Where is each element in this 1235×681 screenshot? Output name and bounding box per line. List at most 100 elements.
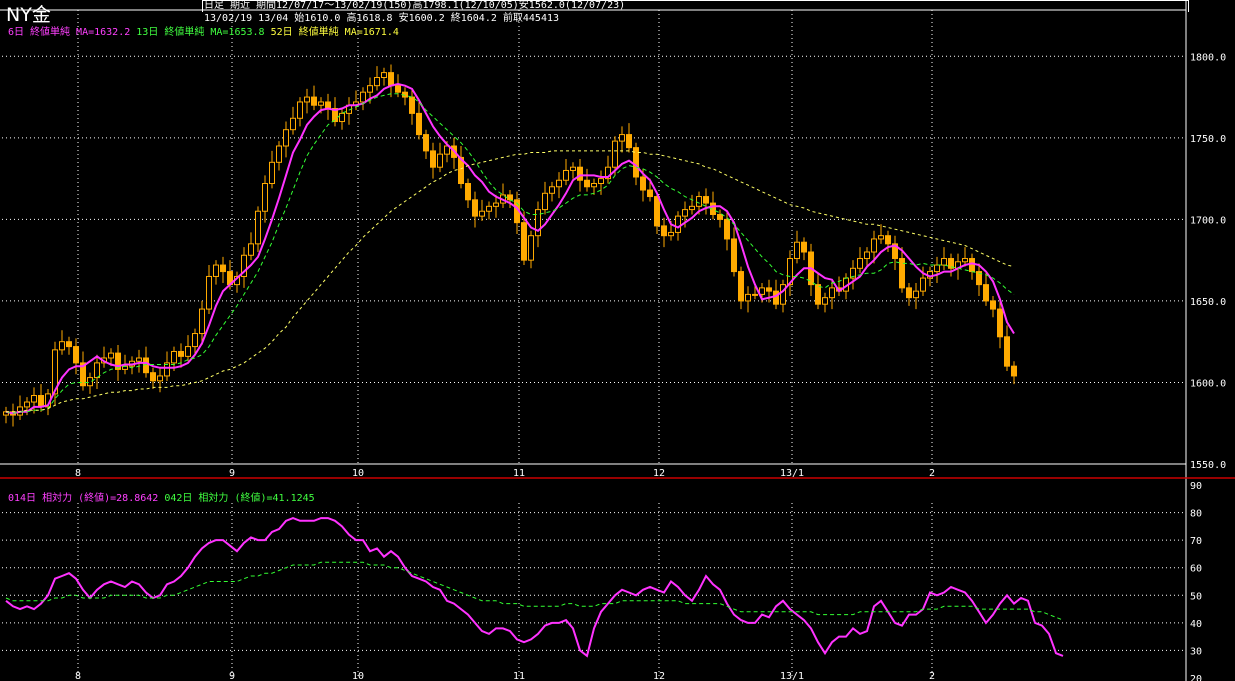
info-line-1: 日足 期近 期間12/07/17～13/02/19(150)高1798.1(12… bbox=[204, 0, 626, 11]
rsi-tick-label: 90 bbox=[1190, 481, 1202, 492]
candle-body bbox=[59, 341, 65, 351]
candle-body bbox=[220, 264, 226, 273]
price-tick-label: 1700.0 bbox=[1190, 215, 1226, 226]
rsi42-legend: 042日 相対力 (終値)=41.1245 bbox=[164, 493, 315, 504]
candle-body bbox=[724, 218, 730, 240]
panel-frames bbox=[0, 0, 1235, 681]
candle-body bbox=[682, 209, 688, 217]
candle-body bbox=[598, 178, 604, 185]
ma-legend: 6日 終値単純 MA=1632.2 13日 終値単純 MA=1653.8 52日… bbox=[8, 27, 399, 39]
candle-body bbox=[738, 271, 744, 302]
ma52-legend: 52日 終値単純 MA=1671.4 bbox=[270, 27, 399, 38]
candle-body bbox=[1011, 365, 1017, 377]
candle-body bbox=[171, 350, 177, 364]
candle-body bbox=[878, 235, 884, 240]
rsi-time-label: 12 bbox=[653, 671, 665, 681]
candle-body bbox=[416, 112, 422, 136]
candle-body bbox=[192, 333, 198, 348]
candle-body bbox=[479, 210, 485, 217]
candle-body bbox=[885, 235, 891, 245]
candle-body bbox=[920, 277, 926, 292]
rsi-time-label: 2 bbox=[929, 671, 935, 681]
rsi-tick-label: 60 bbox=[1190, 564, 1202, 575]
candle-body bbox=[360, 91, 366, 103]
candle-body bbox=[584, 179, 590, 188]
rsi-time-label: 11 bbox=[513, 671, 525, 681]
candle-body bbox=[969, 258, 975, 273]
candle-body bbox=[717, 213, 723, 220]
candle-body bbox=[199, 308, 205, 335]
candle-body bbox=[24, 401, 30, 408]
candle-body bbox=[66, 341, 72, 348]
candle-body bbox=[626, 134, 632, 149]
candle-body bbox=[563, 169, 569, 181]
rsi-time-label: 10 bbox=[352, 671, 364, 681]
candle-body bbox=[857, 258, 863, 269]
candle-body bbox=[108, 352, 114, 359]
rsi-tick-label: 40 bbox=[1190, 619, 1202, 630]
candle-body bbox=[822, 297, 828, 305]
info-line-2: 13/02/19 13/04 始1610.0 高1618.8 安1600.2 終… bbox=[204, 13, 560, 24]
candle-body bbox=[871, 238, 877, 253]
candle-body bbox=[206, 275, 212, 310]
candle-body bbox=[801, 241, 807, 253]
candle-body bbox=[661, 225, 667, 237]
moving-averages-group bbox=[5, 82, 1015, 415]
candle-body bbox=[1004, 336, 1010, 367]
candle-body bbox=[829, 287, 835, 299]
rsi-time-label: 13/1 bbox=[780, 671, 804, 681]
candle-body bbox=[178, 350, 184, 357]
candle-body bbox=[556, 179, 562, 188]
candle-body bbox=[619, 134, 625, 142]
candle-body bbox=[675, 215, 681, 233]
candle-body bbox=[38, 395, 44, 408]
price-tick-label: 1550.0 bbox=[1190, 460, 1226, 471]
candle-body bbox=[486, 205, 492, 212]
price-tick-label: 1650.0 bbox=[1190, 297, 1226, 308]
candle-body bbox=[290, 117, 296, 131]
ma-line-0 bbox=[5, 82, 1015, 415]
candle-body bbox=[773, 290, 779, 305]
rsi-tick-label: 70 bbox=[1190, 536, 1202, 547]
candle-body bbox=[906, 287, 912, 299]
candle-body bbox=[703, 196, 709, 204]
chart-title: NY金 bbox=[6, 4, 51, 26]
candle-body bbox=[262, 183, 268, 212]
rsi-line-0 bbox=[5, 517, 1064, 658]
chart-canvas: 8 9 10 11 12 13/1 2 1550.0 1600.0 1650.0 1700.0 17… bbox=[0, 0, 1235, 681]
candle-body bbox=[269, 161, 275, 185]
candle-body bbox=[465, 183, 471, 201]
candle-body bbox=[31, 395, 37, 403]
candle-body bbox=[647, 189, 653, 198]
candle-body bbox=[395, 85, 401, 93]
candle-body bbox=[185, 346, 191, 357]
candle-body bbox=[94, 362, 100, 379]
candles-group bbox=[3, 64, 1017, 427]
candle-body bbox=[745, 293, 751, 302]
price-axis: 1550.0 1600.0 1650.0 1700.0 1750.0 1800.0 bbox=[1190, 52, 1226, 471]
candle-body bbox=[752, 293, 758, 296]
candle-body bbox=[654, 196, 660, 227]
rsi-time-label: 8 bbox=[75, 671, 81, 681]
price-tick-label: 1800.0 bbox=[1190, 52, 1226, 63]
candle-body bbox=[962, 258, 968, 263]
candle-body bbox=[815, 284, 821, 305]
price-tick-label: 1750.0 bbox=[1190, 134, 1226, 145]
candle-body bbox=[668, 231, 674, 237]
candle-body bbox=[591, 183, 597, 188]
rsi-line-1 bbox=[5, 561, 1064, 621]
candle-body bbox=[297, 101, 303, 119]
candle-body bbox=[997, 308, 1003, 338]
rsi-grid: 8 9 10 11 12 13/1 2 bbox=[2, 503, 1186, 681]
rsi-lines-group bbox=[5, 517, 1064, 658]
candle-body bbox=[388, 72, 394, 87]
candle-body bbox=[640, 176, 646, 191]
rsi-tick-label: 50 bbox=[1190, 591, 1202, 602]
rsi-tick-label: 20 bbox=[1190, 674, 1202, 681]
ma-line-1 bbox=[5, 93, 1015, 414]
candle-body bbox=[472, 199, 478, 217]
candle-body bbox=[318, 101, 324, 106]
rsi14-legend: 014日 相対力 (終値)=28.8642 bbox=[8, 493, 159, 504]
rsi-axis: 20 30 40 50 60 70 80 90 bbox=[1190, 481, 1202, 681]
candle-body bbox=[570, 166, 576, 171]
